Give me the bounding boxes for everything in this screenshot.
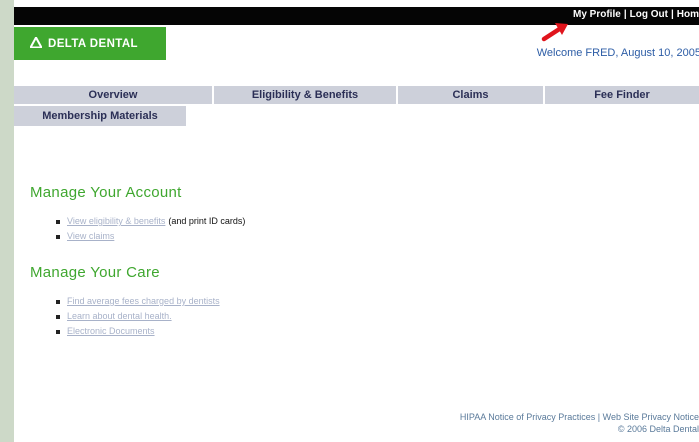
list-item: Electronic Documents xyxy=(56,324,220,339)
home-link[interactable]: Hom xyxy=(677,9,699,20)
browser-page: My Profile | Log Out | Hom DELTA DENTAL Welc… xyxy=(14,0,699,442)
copyright: © 2006 Delta Dental xyxy=(617,424,699,434)
print-id-note: (and print ID cards) xyxy=(168,216,246,226)
manage-account-heading: Manage Your Account xyxy=(30,184,182,201)
list-item: Learn about dental health. xyxy=(56,309,220,324)
top-links: My Profile | Log Out | Hom xyxy=(573,9,699,20)
dental-health-link[interactable]: Learn about dental health. xyxy=(67,309,172,324)
separator: | xyxy=(670,9,674,20)
tab-claims[interactable]: Claims xyxy=(398,86,543,104)
delta-dental-logo[interactable]: DELTA DENTAL xyxy=(14,27,166,60)
bullet-icon xyxy=(56,329,60,334)
account-links: View eligibility & benefits (and print I… xyxy=(56,214,245,244)
electronic-documents-link[interactable]: Electronic Documents xyxy=(67,324,155,339)
find-fees-link[interactable]: Find average fees charged by dentists xyxy=(67,294,220,309)
bullet-icon xyxy=(56,219,60,224)
log-out-link[interactable]: Log Out xyxy=(630,9,668,20)
tab-membership-materials[interactable]: Membership Materials xyxy=(14,106,186,126)
list-item: View claims xyxy=(56,229,245,244)
manage-care-heading: Manage Your Care xyxy=(30,264,160,281)
logo-text: DELTA DENTAL xyxy=(48,37,138,50)
red-arrow-annotation xyxy=(541,23,568,42)
bullet-icon xyxy=(56,299,60,304)
view-claims-link[interactable]: View claims xyxy=(67,229,114,244)
delta-triangle-icon xyxy=(28,34,44,51)
separator: | xyxy=(623,9,627,20)
care-links: Find average fees charged by dentists Le… xyxy=(56,294,220,339)
tab-fee-finder[interactable]: Fee Finder xyxy=(545,86,699,104)
tab-overview[interactable]: Overview xyxy=(14,86,212,104)
view-eligibility-link[interactable]: View eligibility & benefits xyxy=(67,214,165,229)
hipaa-notice-link[interactable]: HIPAA Notice of Privacy Practices xyxy=(460,412,595,422)
welcome-message: Welcome FRED, August 10, 2005 xyxy=(536,47,699,59)
my-profile-link[interactable]: My Profile xyxy=(573,9,621,20)
main-nav: Overview Eligibility & Benefits Claims F… xyxy=(14,86,699,104)
bullet-icon xyxy=(56,314,60,319)
separator: | xyxy=(597,412,601,422)
tab-eligibility-benefits[interactable]: Eligibility & Benefits xyxy=(214,86,396,104)
footer-links: HIPAA Notice of Privacy Practices | Web … xyxy=(460,412,699,422)
bullet-icon xyxy=(56,234,60,239)
list-item: Find average fees charged by dentists xyxy=(56,294,220,309)
privacy-notice-link[interactable]: Web Site Privacy Notice xyxy=(603,412,699,422)
list-item: View eligibility & benefits (and print I… xyxy=(56,214,245,229)
top-bar: My Profile | Log Out | Hom xyxy=(14,7,699,25)
